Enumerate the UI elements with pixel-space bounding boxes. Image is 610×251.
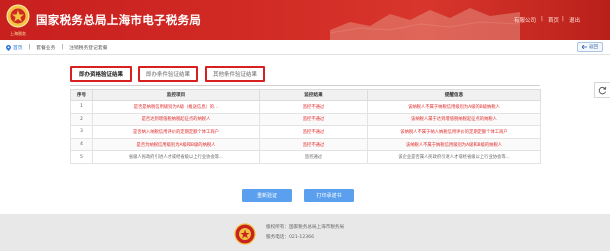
row-number: 2 bbox=[70, 112, 93, 127]
monitor-item: 是否纳入纳税信用评价的定期定额个体工商户 bbox=[92, 125, 260, 139]
location-pin-icon bbox=[6, 44, 11, 51]
back-button[interactable]: 返回 bbox=[577, 42, 603, 52]
site-footer bbox=[0, 214, 610, 251]
breadcrumb-item-current: 注销税务登记套餐 bbox=[69, 46, 108, 51]
header-link-logout[interactable]: 退出 bbox=[569, 16, 580, 24]
validation-table: 序号 监控项目 监控结果 提醒信息 1 是否是纳税信用级别为A级（推送信息）的.… bbox=[70, 89, 541, 164]
back-arrow-icon bbox=[582, 45, 587, 49]
revalidate-button[interactable]: 重新验证 bbox=[242, 189, 292, 202]
breadcrumb: 首页 | 套餐业务 | 注销税务登记套餐 bbox=[6, 44, 107, 51]
reminder-info: 该纳税人不属于纳税信用级别为A级的B级纳税人 bbox=[367, 100, 541, 114]
column-header-info: 提醒信息 bbox=[367, 89, 541, 101]
column-header-result: 监控结果 bbox=[259, 89, 368, 101]
monitor-result: 监控不通过 bbox=[259, 100, 368, 114]
back-button-label: 返回 bbox=[589, 45, 598, 50]
tax-logo-icon bbox=[6, 4, 30, 28]
tab-qualification-result[interactable]: 即办资格验证结果 bbox=[70, 66, 132, 82]
breadcrumb-home-label: 首页 bbox=[13, 46, 23, 51]
table-row: 4 是否为纳税信用级别为A级和B级的纳税人 监控不通过 该纳税人不属于纳税信用级… bbox=[70, 137, 541, 152]
breadcrumb-item-package[interactable]: 套餐业务 bbox=[36, 44, 55, 51]
great-wall-decoration bbox=[330, 8, 520, 40]
breadcrumb-sep: | bbox=[28, 45, 31, 50]
result-tabs: 即办资格验证结果 即办条件验证结果 其他条件验证结果 bbox=[70, 66, 540, 86]
monitor-item: 是否是纳税信用级别为A级（推送信息）的... bbox=[92, 100, 260, 114]
monitor-item: 是否为纳税信用级别为A级和B级的纳税人 bbox=[92, 137, 260, 152]
side-refresh-tool[interactable] bbox=[594, 82, 610, 98]
row-number: 1 bbox=[70, 100, 93, 114]
reminder-info: 该企业是否属人民政府引进人才或经省级以上行业协会等... bbox=[367, 150, 541, 164]
footer-copyright: 版权所有：国家税务总局上海市税务局 bbox=[266, 225, 345, 230]
site-title: 国家税务总局上海市电子税务局 bbox=[36, 13, 202, 27]
header-separator: | bbox=[541, 16, 543, 22]
table-row: 5 省级人民政府引进人才或经省级以上行业协会等... 监控通过 该企业是否属人民… bbox=[70, 150, 541, 164]
breadcrumb-bar: 首页 | 套餐业务 | 注销税务登记套餐 返回 bbox=[0, 40, 610, 55]
header-link-home[interactable]: 首页 bbox=[548, 16, 559, 24]
column-header-no: 序号 bbox=[70, 89, 93, 101]
reminder-info: 该纳税人属于达到增值税纳税起征点的纳税人 bbox=[367, 112, 541, 127]
monitor-result: 监控通过 bbox=[259, 150, 368, 164]
row-number: 4 bbox=[70, 137, 93, 152]
table-row: 3 是否纳入纳税信用评价的定期定额个体工商户 监控不通过 该纳税人不属于纳入纳税… bbox=[70, 125, 541, 139]
print-commitment-button[interactable]: 打印承诺书 bbox=[304, 189, 354, 202]
reminder-info: 该纳税人不属于纳税信用级别为A级和B级的纳税人 bbox=[367, 137, 541, 152]
header-separator: | bbox=[562, 16, 564, 22]
monitor-item: 省级人民政府引进人才或经省级以上行业协会等... bbox=[92, 150, 260, 164]
monitor-item: 是否达到增值税纳税起征点的纳税人 bbox=[92, 112, 260, 127]
tab-other-condition-result[interactable]: 其他条件验证结果 bbox=[205, 66, 265, 82]
breadcrumb-home[interactable]: 首页 bbox=[6, 44, 23, 51]
site-header: 上海税务 国家税务总局上海市电子税务局 有服公司 | 首页 | 退出 bbox=[0, 0, 610, 40]
table-row: 2 是否达到增值税纳税起征点的纳税人 监控不通过 该纳税人属于达到增值税纳税起征… bbox=[70, 112, 541, 127]
monitor-result: 监控不通过 bbox=[259, 125, 368, 139]
tab-condition-result[interactable]: 即办条件验证结果 bbox=[138, 66, 198, 82]
logo-caption: 上海税务 bbox=[10, 31, 26, 36]
refresh-icon bbox=[598, 86, 607, 94]
table-header-row: 序号 监控项目 监控结果 提醒信息 bbox=[70, 89, 541, 101]
column-header-item: 监控项目 bbox=[92, 89, 260, 101]
row-number: 5 bbox=[70, 150, 93, 164]
table-row: 1 是否是纳税信用级别为A级（推送信息）的... 监控不通过 该纳税人不属于纳税… bbox=[70, 100, 541, 114]
footer-phone: 服务电话：021-12366 bbox=[266, 235, 315, 240]
monitor-result: 监控不通过 bbox=[259, 137, 368, 152]
row-number: 3 bbox=[70, 125, 93, 139]
tax-emblem-icon bbox=[234, 223, 256, 245]
header-link-company[interactable]: 有服公司 bbox=[514, 16, 536, 24]
breadcrumb-sep: | bbox=[61, 45, 64, 50]
reminder-info: 该纳税人不属于纳入纳税信用评价的定期定额个体工商户 bbox=[367, 125, 541, 139]
monitor-result: 监控不通过 bbox=[259, 112, 368, 127]
